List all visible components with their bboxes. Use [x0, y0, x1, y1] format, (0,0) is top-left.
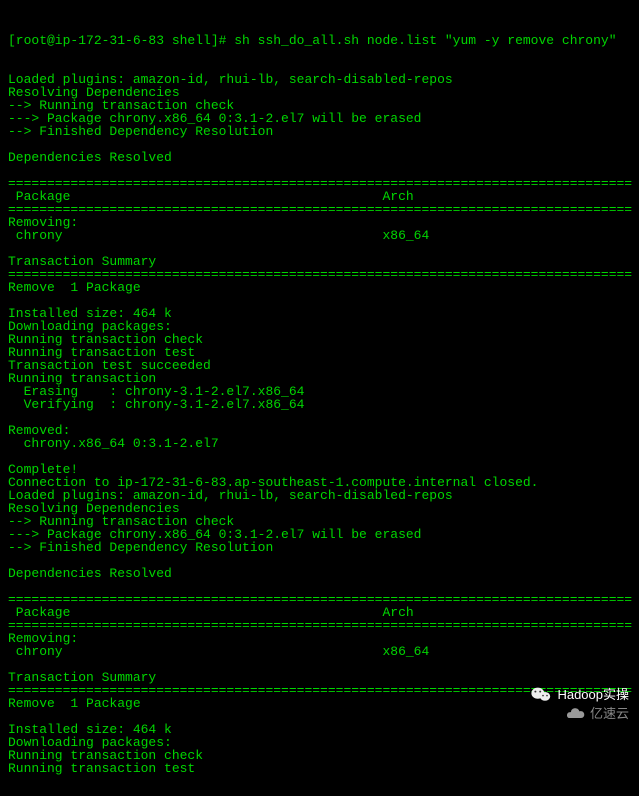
- terminal-line: Dependencies Resolved: [8, 151, 631, 164]
- terminal-line: Verifying : chrony-3.1-2.el7.x86_64: [8, 398, 631, 411]
- terminal-line: --> Finished Dependency Resolution: [8, 541, 631, 554]
- terminal-line: Remove 1 Package: [8, 281, 631, 294]
- terminal-line: chrony.x86_64 0:3.1-2.el7: [8, 437, 631, 450]
- terminal-line: chrony x86_64: [8, 229, 631, 242]
- terminal-line: [8, 450, 631, 463]
- prompt-line: [root@ip-172-31-6-83 shell]# sh ssh_do_a…: [8, 34, 631, 47]
- terminal-line: [8, 411, 631, 424]
- terminal-line: --> Finished Dependency Resolution: [8, 125, 631, 138]
- terminal-line: chrony x86_64: [8, 645, 631, 658]
- terminal-line: Remove 1 Package: [8, 697, 631, 710]
- terminal-line: Downloading packages:: [8, 736, 631, 749]
- terminal-line: Dependencies Resolved: [8, 567, 631, 580]
- terminal-output[interactable]: [root@ip-172-31-6-83 shell]# sh ssh_do_a…: [0, 0, 639, 796]
- terminal-line: ========================================…: [8, 619, 631, 632]
- terminal-line: ========================================…: [8, 203, 631, 216]
- terminal-line: Running transaction test: [8, 762, 631, 775]
- terminal-line: Running transaction check: [8, 749, 631, 762]
